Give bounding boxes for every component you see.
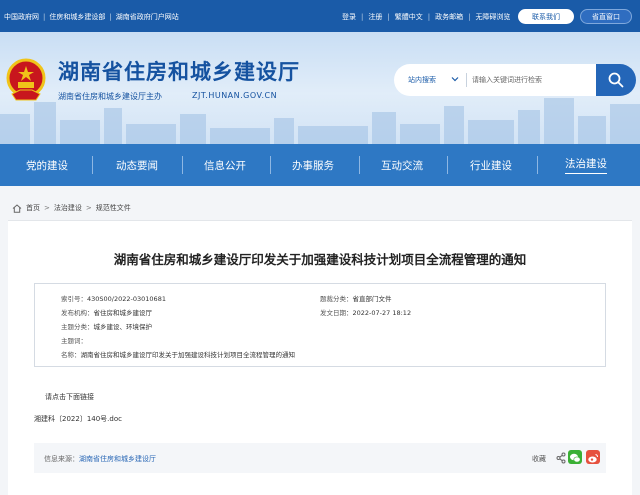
user-links: 登录 | 注册 | 繁體中文 | 政务邮箱 | 无障碍浏览 bbox=[342, 12, 510, 22]
top-bar: 中国政府网 | 住房和城乡建设部 | 湖南省政府门户网站 登录 | 注册 | 繁… bbox=[0, 0, 640, 32]
nav-label: 办事服务 bbox=[292, 159, 334, 172]
meta-label: 发文日期： bbox=[320, 309, 353, 317]
nav-label: 党的建设 bbox=[26, 159, 68, 172]
nav-label: 动态要闻 bbox=[116, 159, 158, 172]
share-icon[interactable] bbox=[556, 452, 566, 464]
nav-divider bbox=[92, 156, 93, 174]
meta-label: 主题分类： bbox=[61, 323, 94, 331]
nav-label: 信息公开 bbox=[204, 159, 246, 172]
nav-divider bbox=[447, 156, 448, 174]
breadcrumb-separator: > bbox=[85, 204, 92, 212]
article-panel: 湖南省住房和城乡建设厅印发关于加强建设科技计划项目全流程管理的通知 索引号：43… bbox=[8, 220, 632, 495]
nav-news[interactable]: 动态要闻 bbox=[98, 144, 176, 186]
meta-keywords: 主题词： bbox=[61, 335, 87, 345]
document-meta-table: 索引号：430S00/2022-03010681 题裁分类：省直部门文件 发布机… bbox=[34, 283, 606, 367]
nav-interaction[interactable]: 互动交流 bbox=[363, 144, 441, 186]
meta-index: 索引号：430S00/2022-03010681 bbox=[61, 293, 166, 303]
nav-label: 互动交流 bbox=[381, 159, 423, 172]
source-label: 信息来源： bbox=[44, 455, 79, 463]
download-hint: 请点击下面链接 bbox=[45, 393, 94, 401]
chevron-down-icon[interactable] bbox=[450, 74, 460, 84]
meta-category: 题裁分类：省直部门文件 bbox=[320, 293, 392, 303]
link-mohurd[interactable]: 住房和城乡建设部 bbox=[49, 12, 105, 22]
meta-value: 2022-07-27 18:12 bbox=[352, 309, 412, 317]
nav-info-disclosure[interactable]: 信息公开 bbox=[186, 144, 264, 186]
accessibility-link[interactable]: 无障碍浏览 bbox=[475, 12, 510, 22]
article-info-bar: 信息来源：湖南省住房和城乡建设厅 收藏 bbox=[34, 443, 606, 473]
separator: | bbox=[387, 13, 390, 21]
separator: | bbox=[361, 13, 364, 21]
register-link[interactable]: 注册 bbox=[368, 12, 382, 22]
search-divider bbox=[466, 73, 467, 87]
nav-divider bbox=[359, 156, 360, 174]
separator: | bbox=[468, 13, 471, 21]
nav-party-building[interactable]: 党的建设 bbox=[8, 144, 86, 186]
provincial-portal-button[interactable]: 省直窗口 bbox=[580, 9, 632, 24]
breadcrumb-normative-docs[interactable]: 规范性文件 bbox=[96, 203, 131, 213]
search-scope-select[interactable]: 站内搜索 bbox=[408, 75, 436, 85]
meta-value: 430S00/2022-03010681 bbox=[87, 295, 166, 303]
breadcrumb-home[interactable]: 首页 bbox=[26, 203, 40, 213]
meta-label: 名称： bbox=[61, 351, 81, 359]
login-link[interactable]: 登录 bbox=[342, 12, 356, 22]
separator: | bbox=[43, 13, 46, 21]
meta-value: 省住房和城乡建设厅 bbox=[93, 309, 153, 317]
breadcrumb: 首页 > 法治建设 > 规范性文件 bbox=[12, 203, 131, 213]
meta-label: 题裁分类： bbox=[320, 295, 353, 303]
nav-industry[interactable]: 行业建设 bbox=[452, 144, 530, 186]
meta-topic: 主题分类：城乡建设、环境保护 bbox=[61, 321, 152, 331]
site-domain: ZJT.HUNAN.GOV.CN bbox=[192, 91, 278, 100]
top-links: 中国政府网 | 住房和城乡建设部 | 湖南省政府门户网站 bbox=[4, 12, 179, 22]
meta-label: 主题词： bbox=[61, 337, 87, 345]
article-title: 湖南省住房和城乡建设厅印发关于加强建设科技计划项目全流程管理的通知 bbox=[113, 252, 527, 267]
search-button[interactable] bbox=[596, 64, 636, 96]
national-emblem-icon bbox=[6, 58, 46, 101]
meta-date: 发文日期：2022-07-27 18:12 bbox=[320, 307, 411, 317]
nav-services[interactable]: 办事服务 bbox=[274, 144, 352, 186]
site-sponsor: 湖南省住房和城乡建设厅主办 bbox=[58, 92, 162, 101]
link-hunan-gov[interactable]: 湖南省政府门户网站 bbox=[116, 12, 179, 22]
breadcrumb-separator: > bbox=[44, 204, 50, 212]
home-icon bbox=[12, 203, 22, 213]
nav-label: 法治建设 bbox=[565, 156, 607, 174]
meta-value: 省直部门文件 bbox=[352, 295, 392, 303]
contact-us-button[interactable]: 联系我们 bbox=[518, 9, 574, 24]
gov-mail-link[interactable]: 政务邮箱 bbox=[435, 12, 463, 22]
wechat-icon[interactable] bbox=[568, 450, 582, 464]
source-link[interactable]: 湖南省住房和城乡建设厅 bbox=[79, 455, 156, 463]
weibo-icon[interactable] bbox=[586, 450, 600, 464]
breadcrumb-rule-of-law[interactable]: 法治建设 bbox=[54, 203, 82, 213]
separator: | bbox=[109, 13, 112, 21]
favorite-button[interactable]: 收藏 bbox=[532, 454, 546, 464]
meta-value: 湖南省住房和城乡建设厅印发关于加强建设科技计划项目全流程管理的通知 bbox=[80, 351, 296, 359]
nav-rule-of-law[interactable]: 法治建设 bbox=[546, 144, 626, 186]
traditional-chinese-link[interactable]: 繁體中文 bbox=[395, 12, 423, 22]
nav-label: 行业建设 bbox=[470, 159, 512, 172]
meta-label: 发布机构： bbox=[61, 309, 94, 317]
meta-label: 索引号： bbox=[61, 295, 87, 303]
main-nav: 党的建设 动态要闻 信息公开 办事服务 互动交流 行业建设 法治建设 bbox=[0, 144, 640, 186]
nav-divider bbox=[270, 156, 271, 174]
search-input[interactable] bbox=[472, 72, 588, 88]
nav-divider bbox=[537, 156, 538, 174]
search-icon bbox=[608, 72, 624, 88]
site-title[interactable]: 湖南省住房和城乡建设厅 bbox=[58, 56, 300, 86]
site-header: 湖南省住房和城乡建设厅 湖南省住房和城乡建设厅主办 ZJT.HUNAN.GOV.… bbox=[0, 32, 640, 144]
meta-value: 城乡建设、环境保护 bbox=[93, 323, 153, 331]
attachment-link[interactable]: 湘建科〔2022〕140号.doc bbox=[34, 414, 122, 424]
search-box: 站内搜索 bbox=[394, 64, 596, 96]
nav-divider bbox=[182, 156, 183, 174]
link-gov-cn[interactable]: 中国政府网 bbox=[4, 12, 39, 22]
separator: | bbox=[427, 13, 431, 21]
meta-issuer: 发布机构：省住房和城乡建设厅 bbox=[61, 307, 152, 317]
meta-name: 名称：湖南省住房和城乡建设厅印发关于加强建设科技计划项目全流程管理的通知 bbox=[61, 349, 295, 359]
info-source: 信息来源：湖南省住房和城乡建设厅 bbox=[44, 454, 156, 464]
